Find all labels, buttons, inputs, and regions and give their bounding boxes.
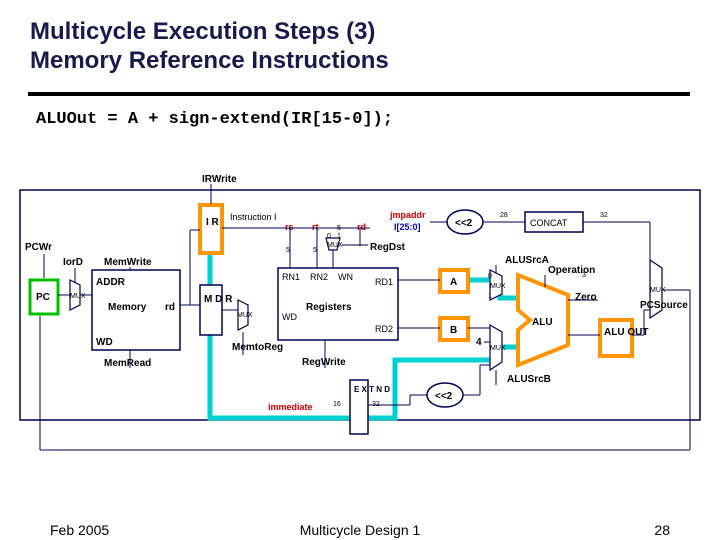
svg-text:B: B	[450, 325, 457, 336]
title-rule	[28, 92, 690, 96]
svg-text:rd: rd	[165, 302, 175, 313]
operation-label: Operation	[548, 265, 595, 276]
footer-page: 28	[654, 522, 670, 538]
regwrite-label: RegWrite	[302, 357, 346, 368]
svg-text:WD: WD	[96, 337, 113, 348]
svg-text:5: 5	[313, 247, 317, 254]
svg-text:32: 32	[600, 212, 608, 219]
svg-text:MUX: MUX	[70, 293, 86, 300]
svg-text:4: 4	[476, 337, 482, 348]
svg-text:A: A	[450, 277, 457, 288]
svg-text:<<2: <<2	[455, 218, 473, 229]
svg-text:1: 1	[488, 293, 492, 300]
svg-text:RN1: RN1	[282, 272, 300, 282]
slide-title: Multicycle Execution Steps (3) Memory Re…	[30, 18, 389, 76]
svg-text:rd: rd	[357, 222, 366, 232]
code-expression: ALUOut = A + sign-extend(IR[15-0]);	[36, 110, 393, 129]
svg-text:<<2: <<2	[435, 391, 453, 402]
svg-text:ALU OUT: ALU OUT	[604, 327, 648, 338]
ir-block	[200, 205, 222, 253]
svg-text:WN: WN	[338, 272, 353, 282]
pcwr-label: PCWr	[25, 242, 52, 253]
memwrite-label: MemWrite	[104, 257, 152, 268]
svg-text:0: 0	[488, 273, 492, 280]
svg-text:CONCAT: CONCAT	[530, 218, 568, 228]
svg-text:MUX: MUX	[327, 242, 343, 249]
svg-text:rt: rt	[312, 222, 319, 232]
svg-text:rs: rs	[285, 222, 294, 232]
svg-text:MUX: MUX	[490, 283, 506, 290]
pcsource-label: PCSource	[640, 300, 688, 311]
svg-text:Memory: Memory	[108, 302, 147, 313]
pc-label: PC	[36, 292, 50, 303]
svg-text:RN2: RN2	[310, 272, 328, 282]
mdr-block	[200, 285, 222, 335]
svg-text:ALU: ALU	[532, 317, 553, 328]
iord-label: IorD	[63, 257, 83, 268]
svg-text:RD1: RD1	[375, 277, 393, 287]
svg-text:16: 16	[333, 401, 341, 408]
svg-text:3: 3	[582, 272, 586, 279]
footer-center: Multicycle Design 1	[300, 522, 421, 538]
svg-text:I[25:0]: I[25:0]	[394, 222, 421, 232]
svg-text:E X T N D: E X T N D	[354, 385, 390, 394]
memread-label: MemRead	[104, 358, 151, 369]
svg-text:Registers: Registers	[306, 302, 352, 313]
regdst-label: RegDst	[370, 242, 406, 253]
instruction-i-label: Instruction I	[230, 212, 277, 222]
svg-text:1: 1	[337, 233, 341, 240]
svg-text:RD2: RD2	[375, 324, 393, 334]
irwrite-label: IRWrite	[202, 174, 237, 185]
svg-text:MUX: MUX	[490, 345, 506, 352]
immediate-label: immediate	[268, 402, 313, 412]
datapath-diagram: PC PCWr MUX IorD Memory ADDR rd WD MemWr…	[10, 150, 710, 470]
footer-date: Feb 2005	[50, 522, 109, 538]
alusrca-label: ALUSrcA	[505, 255, 549, 266]
jmpaddr-label: jmpaddr	[389, 210, 426, 220]
svg-text:M D R: M D R	[204, 294, 233, 305]
svg-text:ADDR: ADDR	[96, 277, 126, 288]
title-line-1: Multicycle Execution Steps (3)	[30, 18, 375, 45]
svg-text:28: 28	[500, 212, 508, 219]
svg-text:MUX: MUX	[237, 312, 253, 319]
zero-label: Zero	[575, 292, 597, 303]
aluout-block	[600, 320, 632, 356]
memtoreg-label: MemtoReg	[232, 342, 283, 353]
alusrcb-label: ALUSrcB	[507, 374, 551, 385]
svg-text:WD: WD	[282, 312, 297, 322]
svg-text:5: 5	[286, 247, 290, 254]
svg-text:I R: I R	[206, 217, 220, 228]
title-line-2: Memory Reference Instructions	[30, 47, 389, 74]
svg-text:0: 0	[327, 233, 331, 240]
